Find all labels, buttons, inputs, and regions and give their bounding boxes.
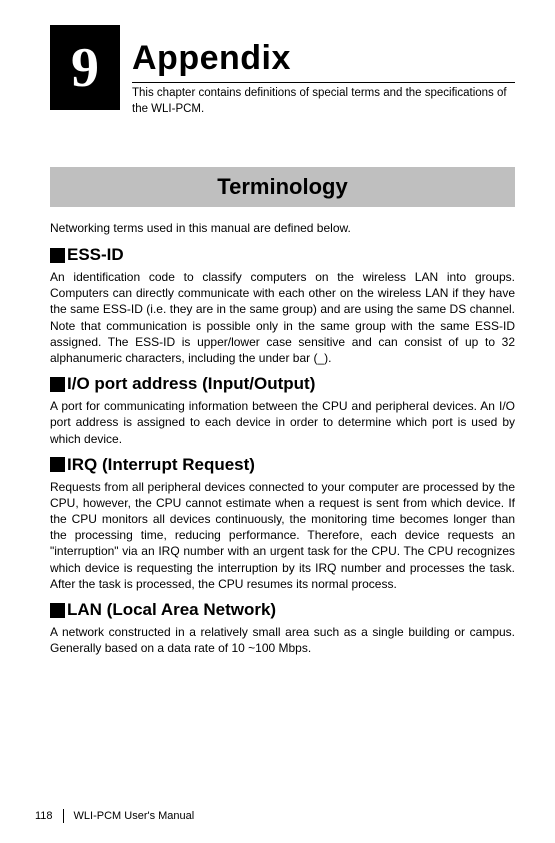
term-title: I/O port address (Input/Output): [67, 374, 315, 394]
term-heading-essid: ESS-ID: [50, 245, 515, 265]
section-intro: Networking terms used in this manual are…: [50, 221, 515, 235]
section-banner: Terminology: [50, 167, 515, 207]
term-title: ESS-ID: [67, 245, 124, 265]
square-bullet-icon: [50, 603, 65, 618]
chapter-title: Appendix: [132, 39, 515, 78]
chapter-number-box: 9: [50, 25, 120, 110]
manual-title: WLI-PCM User's Manual: [74, 810, 195, 822]
square-bullet-icon: [50, 248, 65, 263]
term-title: LAN (Local Area Network): [67, 600, 276, 620]
term-body-lan: A network constructed in a relatively sm…: [50, 624, 515, 656]
chapter-header: 9 Appendix This chapter contains definit…: [50, 25, 515, 117]
chapter-number: 9: [71, 36, 99, 100]
term-body-io: A port for communicating information bet…: [50, 398, 515, 447]
term-heading-io: I/O port address (Input/Output): [50, 374, 515, 394]
square-bullet-icon: [50, 457, 65, 472]
page-number: 118: [35, 810, 53, 822]
term-title: IRQ (Interrupt Request): [67, 455, 255, 475]
chapter-description: This chapter contains definitions of spe…: [132, 82, 515, 117]
square-bullet-icon: [50, 377, 65, 392]
page-footer: 118 WLI-PCM User's Manual: [35, 809, 194, 823]
term-heading-irq: IRQ (Interrupt Request): [50, 455, 515, 475]
chapter-title-block: Appendix This chapter contains definitio…: [132, 25, 515, 117]
footer-divider-icon: [63, 809, 64, 823]
term-body-irq: Requests from all peripheral devices con…: [50, 479, 515, 592]
term-heading-lan: LAN (Local Area Network): [50, 600, 515, 620]
term-body-essid: An identification code to classify compu…: [50, 269, 515, 366]
